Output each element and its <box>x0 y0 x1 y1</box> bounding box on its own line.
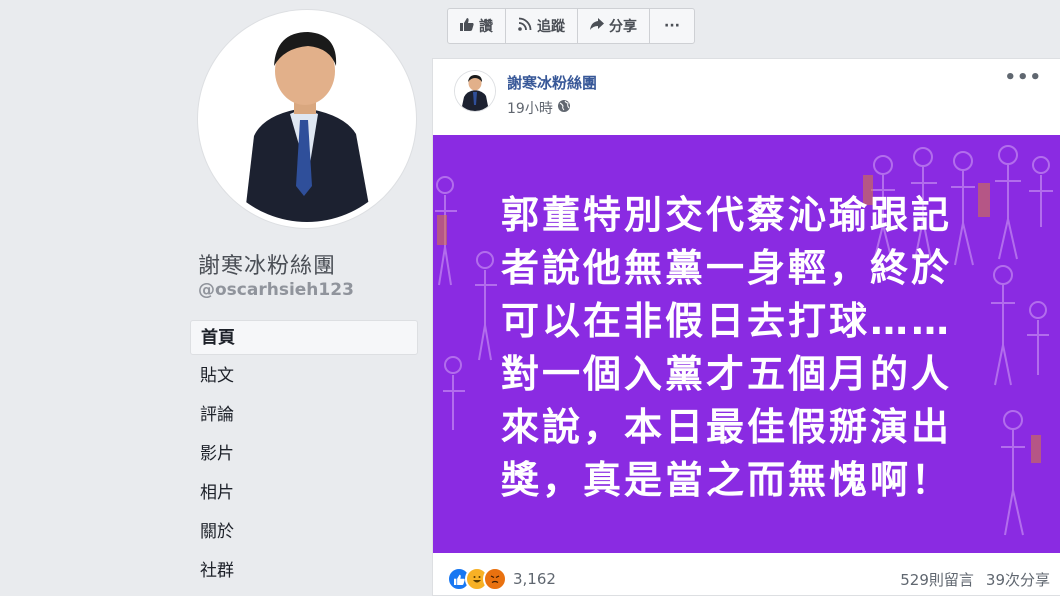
page-name[interactable]: 謝寒冰粉絲團 <box>198 248 336 280</box>
reaction-count: 3,162 <box>513 570 556 588</box>
follow-label: 追蹤 <box>537 19 565 35</box>
like-page-button[interactable]: 讚 <box>448 9 506 43</box>
sidebar-item-community[interactable]: 社群 <box>190 554 418 589</box>
post-options-icon[interactable]: ••• <box>1004 67 1042 88</box>
share-label: 分享 <box>609 19 637 35</box>
profile-picture[interactable] <box>198 10 416 228</box>
sidebar-item-posts[interactable]: 貼文 <box>190 359 418 394</box>
more-icon: ··· <box>664 18 680 34</box>
share-arrow-icon <box>590 17 604 35</box>
profile-photo <box>204 16 410 222</box>
sidebar-item-about[interactable]: 關於 <box>190 515 418 550</box>
angry-reaction-icon <box>483 567 507 591</box>
post-author-name[interactable]: 謝寒冰粉絲團 <box>507 72 597 93</box>
sidebar-item-photos[interactable]: 相片 <box>190 476 418 511</box>
post-author-avatar[interactable] <box>455 71 495 111</box>
sidebar-item-reviews[interactable]: 評論 <box>190 398 418 433</box>
sidebar-item-home[interactable]: 首頁 <box>190 320 418 355</box>
sidebar-nav: 首頁 貼文 評論 影片 相片 關於 社群 <box>190 320 418 593</box>
post-card: 謝寒冰粉絲團 19小時 ••• 郭董特別交代蔡沁瑜跟記 者說他無黨一身輕，終於 … <box>432 58 1060 596</box>
globe-icon <box>557 99 571 117</box>
page-action-bar: 讚 追蹤 分享 ··· <box>447 8 695 44</box>
share-page-button[interactable]: 分享 <box>578 9 650 43</box>
post-stats: 529則留言 39次分享 <box>900 569 1050 590</box>
post-time-text: 19小時 <box>507 101 553 117</box>
more-options-button[interactable]: ··· <box>650 9 694 43</box>
thumbs-up-icon <box>460 17 474 35</box>
sidebar-item-videos[interactable]: 影片 <box>190 437 418 472</box>
follow-button[interactable]: 追蹤 <box>506 9 578 43</box>
share-count[interactable]: 39次分享 <box>986 569 1050 590</box>
comment-count[interactable]: 529則留言 <box>900 569 974 590</box>
reactions-summary[interactable]: 3,162 <box>447 567 556 591</box>
post-image-text: 郭董特別交代蔡沁瑜跟記 者說他無黨一身輕，終於 可以在非假日去打球…… 對一個入… <box>501 193 953 502</box>
rss-icon <box>518 17 532 35</box>
page-handle[interactable]: @oscarhsieh123 <box>198 280 354 300</box>
post-timestamp[interactable]: 19小時 <box>507 98 571 118</box>
like-label: 讚 <box>479 19 493 35</box>
post-image[interactable]: 郭董特別交代蔡沁瑜跟記 者說他無黨一身輕，終於 可以在非假日去打球…… 對一個入… <box>433 135 1060 553</box>
